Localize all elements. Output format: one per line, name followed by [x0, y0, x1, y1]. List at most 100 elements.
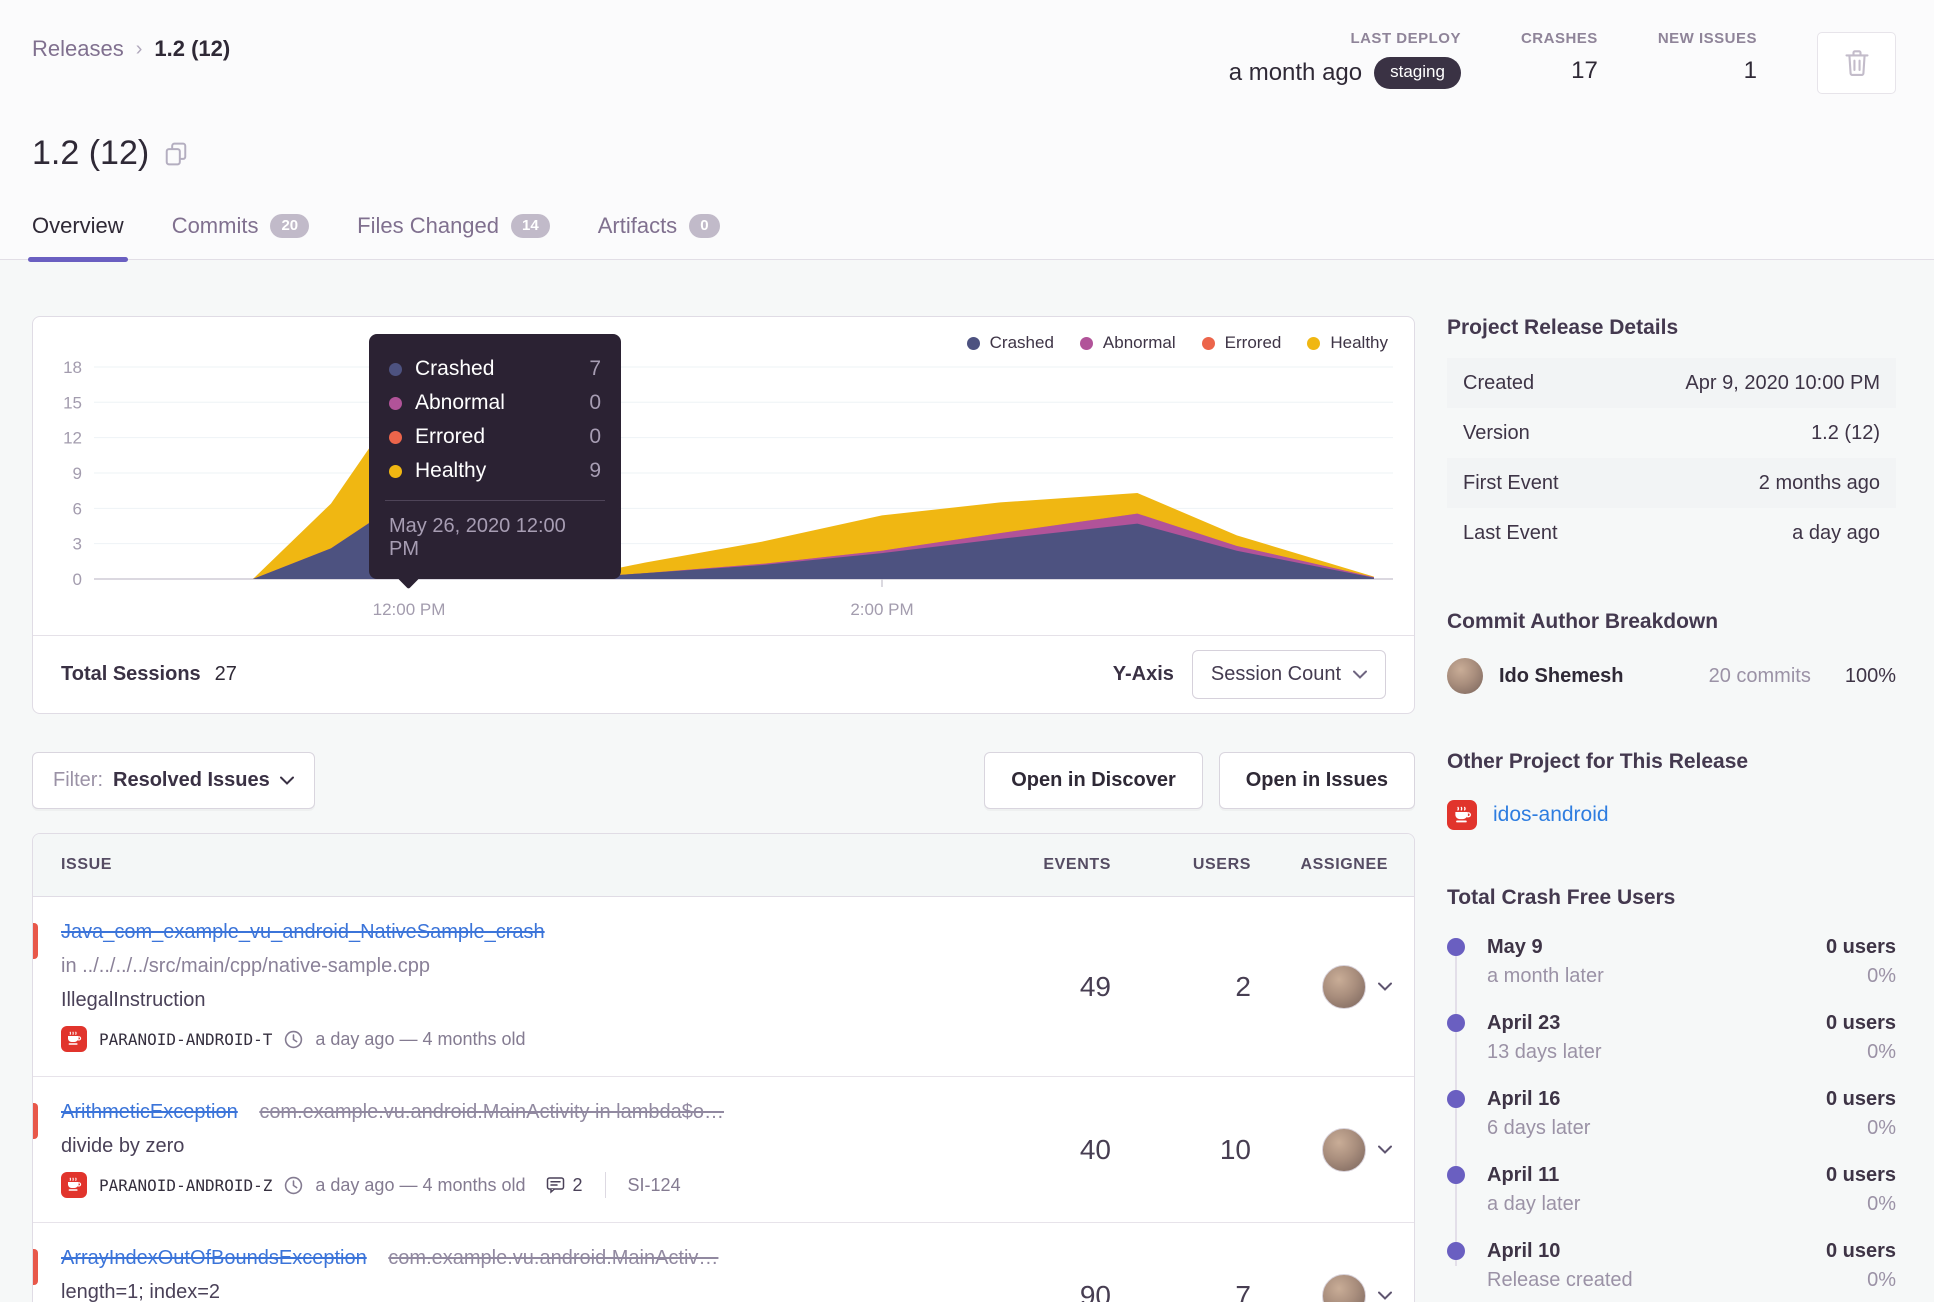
- issue-title-link[interactable]: ArrayIndexOutOfBoundsException: [61, 1247, 367, 1269]
- legend-crashed[interactable]: Crashed: [966, 333, 1054, 353]
- assignee-avatar[interactable]: [1322, 1273, 1366, 1302]
- timeline-dot-icon: [1447, 1166, 1465, 1184]
- detail-label: First Event: [1463, 471, 1559, 494]
- breadcrumb: Releases › 1.2 (12): [32, 30, 230, 62]
- issue-users-count: 2: [1235, 970, 1251, 1002]
- crash-free-item-4: April 11 0 users a day later 0%: [1447, 1164, 1896, 1216]
- release-details-heading: Project Release Details: [1447, 316, 1679, 339]
- unhandled-indicator: [33, 1249, 38, 1285]
- project-slug[interactable]: PARANOID-ANDROID-Z: [99, 1176, 272, 1195]
- tab-files-changed[interactable]: Files Changed 14: [357, 213, 550, 259]
- detail-value: Apr 9, 2020 10:00 PM: [1685, 371, 1880, 394]
- unhandled-indicator: [33, 923, 38, 959]
- crash-free-item-3: April 16 0 users 6 days later 0%: [1447, 1088, 1896, 1140]
- tab-commits-label: Commits: [171, 213, 259, 238]
- comments-icon: [546, 1177, 564, 1194]
- svg-text:0: 0: [73, 570, 82, 589]
- clock-icon: [285, 1176, 303, 1194]
- last-deploy-value: a month ago: [1228, 59, 1363, 86]
- svg-text:12: 12: [63, 429, 82, 448]
- new-issues-label: NEW ISSUES: [1657, 30, 1757, 47]
- tab-overview[interactable]: Overview: [28, 213, 128, 262]
- other-project-link[interactable]: idos-android: [1493, 803, 1609, 827]
- open-in-issues-button[interactable]: Open in Issues: [1218, 752, 1415, 809]
- column-issue: ISSUE: [61, 856, 113, 873]
- environment-badge: staging: [1374, 57, 1461, 89]
- cfu-sub: Release created: [1487, 1269, 1633, 1291]
- filter-label: Filter:: [53, 769, 103, 791]
- copy-icon[interactable]: [165, 142, 187, 166]
- issue-subtitle: divide by zero: [61, 1135, 185, 1157]
- cfu-percent: 0%: [1867, 965, 1896, 987]
- issue-row-1: Java_com_example_vu_android_NativeSample…: [33, 897, 1414, 1077]
- sessions-chart-card: Crashed Abnormal Errored Healthy 0 3 6 9 12 1…: [32, 316, 1415, 714]
- crash-free-heading: Total Crash Free Users: [1447, 886, 1676, 909]
- commit-authors-section: Commit Author Breakdown Ido Shemesh 20 c…: [1447, 610, 1896, 694]
- detail-value: a day ago: [1792, 521, 1880, 544]
- issue-title-link[interactable]: Java_com_example_vu_android_NativeSample…: [61, 921, 545, 943]
- errored-dot-icon: [1201, 336, 1215, 350]
- detail-label: Last Event: [1463, 521, 1558, 544]
- tooltip-healthy-label: Healthy: [415, 459, 487, 482]
- chevron-down-icon[interactable]: [1378, 1291, 1392, 1300]
- issue-short-id: SI-124: [627, 1174, 681, 1195]
- breadcrumb-current: 1.2 (12): [154, 36, 231, 61]
- tooltip-errored-value: 0: [589, 425, 601, 448]
- breadcrumb-releases[interactable]: Releases: [32, 36, 124, 62]
- issues-filter-dropdown[interactable]: Filter: Resolved Issues: [32, 752, 315, 809]
- crashes-value: 17: [1571, 57, 1598, 84]
- stat-new-issues: NEW ISSUES 1: [1658, 30, 1757, 85]
- legend-abnormal-label: Abnormal: [1102, 333, 1176, 352]
- crashes-label: CRASHES: [1520, 30, 1598, 47]
- cfu-date: April 11: [1487, 1164, 1560, 1186]
- crash-free-item-2: April 23 0 users 13 days later 0%: [1447, 1012, 1896, 1064]
- cfu-sub: a month later: [1487, 965, 1604, 987]
- cfu-users: 0 users: [1825, 1088, 1896, 1110]
- sessions-area-chart[interactable]: 0 3 6 9 12 15 18 12:00 PM 2:00 PM: [33, 317, 1416, 637]
- detail-row-version: Version 1.2 (12): [1447, 408, 1896, 458]
- detail-row-first-event: First Event 2 months ago: [1447, 458, 1896, 508]
- commit-author-row: Ido Shemesh 20 commits 100%: [1447, 658, 1896, 694]
- issue-row-3: ArrayIndexOutOfBoundsException com.examp…: [33, 1223, 1414, 1302]
- errored-dot-icon: [389, 430, 402, 444]
- author-name: Ido Shemesh: [1499, 664, 1624, 687]
- project-slug[interactable]: PARANOID-ANDROID-T: [99, 1030, 272, 1049]
- commit-authors-heading: Commit Author Breakdown: [1447, 610, 1719, 633]
- legend-errored-label: Errored: [1224, 333, 1282, 352]
- issue-culprit: com.example.vu.android.MainActivity in l…: [259, 1101, 724, 1123]
- project-icon: [1447, 800, 1477, 830]
- cfu-date: April 16: [1487, 1088, 1561, 1110]
- assignee-avatar[interactable]: [1322, 1127, 1366, 1172]
- issue-subtitle: length=1; index=2: [61, 1281, 221, 1302]
- legend-errored[interactable]: Errored: [1201, 333, 1282, 353]
- open-in-discover-button[interactable]: Open in Discover: [984, 752, 1203, 809]
- timeline-dot-icon: [1447, 1090, 1465, 1108]
- tab-commits-badge: 20: [270, 214, 310, 238]
- detail-label: Version: [1463, 421, 1530, 444]
- legend-healthy[interactable]: Healthy: [1307, 333, 1388, 353]
- page-title: 1.2 (12): [32, 134, 150, 172]
- author-avatar: [1447, 658, 1483, 694]
- cfu-users: 0 users: [1825, 1240, 1896, 1262]
- tab-artifacts[interactable]: Artifacts 0: [598, 213, 720, 259]
- healthy-dot-icon: [1307, 336, 1321, 350]
- assignee-avatar[interactable]: [1322, 964, 1366, 1009]
- legend-abnormal[interactable]: Abnormal: [1079, 333, 1176, 353]
- column-assignee: ASSIGNEE: [1300, 856, 1388, 873]
- crashed-dot-icon: [966, 336, 980, 350]
- timeline-dot-icon: [1447, 1242, 1465, 1260]
- chevron-down-icon[interactable]: [1378, 982, 1392, 991]
- tab-commits[interactable]: Commits 20: [171, 213, 310, 259]
- crash-free-item-1: May 9 0 users a month later 0%: [1447, 936, 1896, 988]
- yaxis-select[interactable]: Session Count: [1191, 650, 1386, 699]
- release-details-section: Project Release Details Created Apr 9, 2…: [1447, 316, 1896, 558]
- issue-title-link[interactable]: ArithmeticException: [61, 1101, 238, 1123]
- cfu-sub: a day later: [1487, 1193, 1581, 1215]
- detail-value: 2 months ago: [1758, 471, 1880, 494]
- new-issues-value: 1: [1743, 57, 1757, 84]
- issue-events-count: 90: [1079, 1279, 1111, 1302]
- svg-text:6: 6: [73, 499, 82, 518]
- delete-release-button[interactable]: [1817, 32, 1896, 94]
- chevron-down-icon[interactable]: [1378, 1145, 1392, 1154]
- svg-text:9: 9: [73, 464, 82, 483]
